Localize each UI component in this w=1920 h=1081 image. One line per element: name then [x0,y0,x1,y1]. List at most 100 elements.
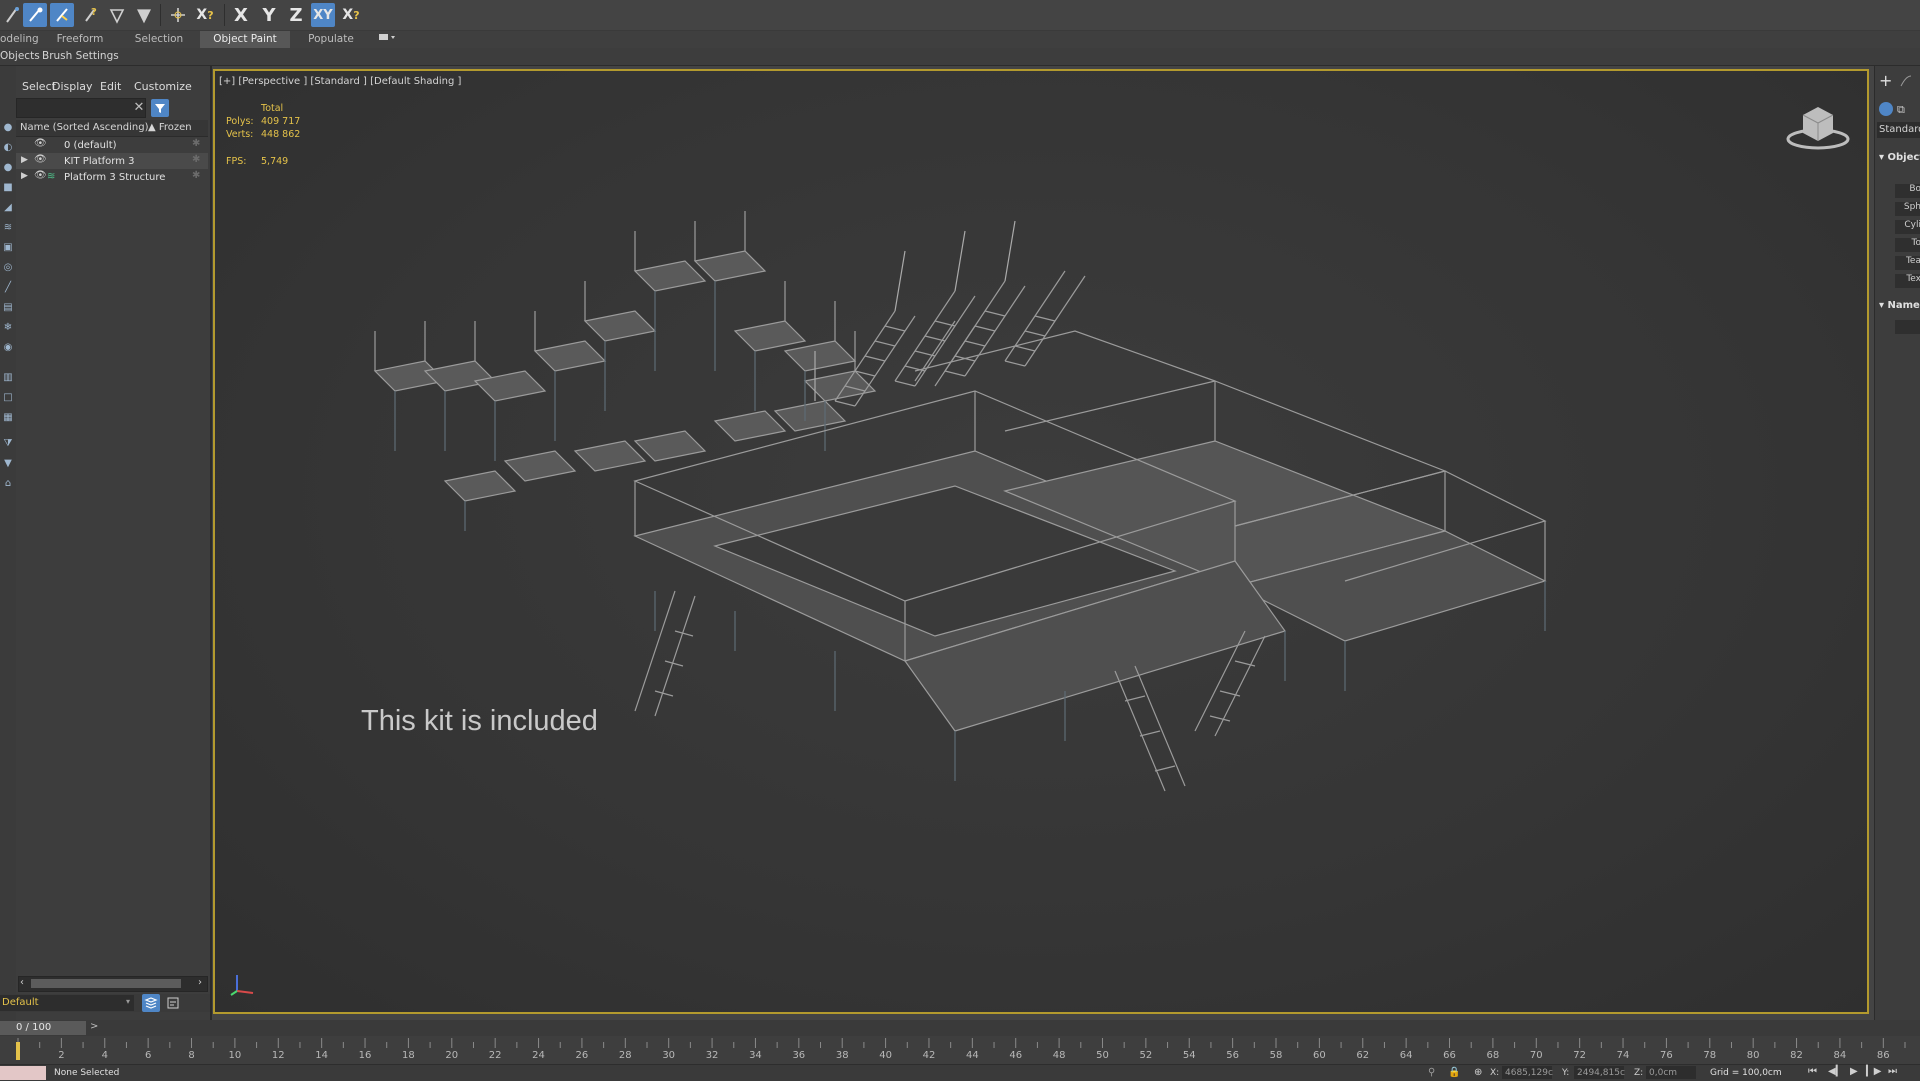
light-filter-icon[interactable]: ● [2,162,14,174]
scroll-left-icon[interactable]: ‹ [20,977,24,988]
restrict-xy-icon[interactable]: X? [339,3,363,27]
expand-arrow-icon[interactable]: ▶ [21,155,28,165]
xref-filter-icon[interactable]: ◎ [2,262,14,274]
menu-edit[interactable]: Edit [100,80,121,93]
torus-button[interactable]: To [1895,238,1920,252]
select-filter-icon[interactable]: ? [78,3,102,27]
viewcube-icon[interactable] [1783,95,1853,155]
hidden-filter-icon[interactable]: ◉ [2,342,14,354]
previous-frame-icon[interactable]: ◀▎ [1828,1066,1843,1077]
play-icon[interactable]: ▶ [1850,1066,1858,1077]
next-frame-icon[interactable]: > [90,1021,98,1032]
display-none-icon[interactable]: □ [2,392,14,404]
y-coord-field[interactable]: 2494,815c [1574,1066,1625,1079]
teapot-button[interactable]: Tea [1895,256,1920,270]
visibility-eye-icon[interactable]: 👁 [34,170,47,181]
menu-display[interactable]: Display [52,80,93,93]
search-input[interactable] [16,98,146,118]
tab-modeling[interactable]: odeling [0,31,42,48]
frozen-filter-icon[interactable]: ❄ [2,322,14,334]
layer-explorer-icon[interactable]: ⌂ [2,478,14,490]
next-frame-button-icon[interactable]: ▎▶ [1866,1066,1881,1077]
textplus-button[interactable]: Tex [1895,274,1920,288]
column-name-header[interactable]: Name (Sorted Ascending) [20,122,149,133]
shapes-category-icon[interactable]: ⧉ [1897,103,1911,117]
visibility-eye-icon[interactable]: 👁 [34,138,47,149]
column-frozen-header[interactable]: ▲ Frozen [148,122,192,133]
modify-tab-icon[interactable] [1899,74,1913,88]
explorer-row-kit-platform[interactable]: ▶ 👁 KIT Platform 3 ✱ [16,153,208,169]
ribbon-options-icon[interactable] [372,31,402,48]
menu-customize[interactable]: Customize [134,80,192,93]
filter-toggle-icon[interactable] [151,99,169,117]
clear-search-icon[interactable]: ✕ [132,101,146,115]
display-all-icon[interactable]: ▥ [2,372,14,384]
go-to-end-icon[interactable]: ⏭ [1888,1066,1897,1077]
find-icon[interactable]: ⧩ [2,438,14,450]
box-button[interactable]: Bo [1895,184,1920,198]
restrict-x-icon[interactable]: X? [193,3,217,27]
axis-tripod-icon [227,971,257,997]
x-coord-field[interactable]: 4685,129c [1502,1066,1553,1079]
geometry-category-icon[interactable] [1879,102,1893,116]
frozen-snowflake-icon[interactable]: ✱ [192,154,200,165]
shape-filter-icon[interactable]: ◐ [2,142,14,154]
selection-lock-icon[interactable]: 🔒 [1448,1067,1460,1078]
frozen-snowflake-icon[interactable]: ✱ [192,138,200,149]
perspective-viewport[interactable]: [+] [Perspective ] [Standard ] [Default … [213,69,1869,1014]
layer-dropdown[interactable]: Default ▾ [0,995,134,1011]
current-frame-marker[interactable] [16,1042,20,1060]
explorer-row-platform-structure[interactable]: ▶ 👁 ≋ Platform 3 Structure ✱ [16,169,208,185]
explorer-horizontal-scrollbar[interactable]: ‹ › [18,976,208,992]
axis-x-button[interactable]: X [229,3,253,27]
z-coord-field[interactable]: 0,0cm [1646,1066,1696,1079]
scrollbar-thumb[interactable] [31,979,181,988]
tab-selection[interactable]: Selection [128,31,190,48]
timeline-track[interactable]: 2 4 6 8 10 12 14 16 18 20 22 24 26 28 30 32 34 36 38 40 42 44… [0,1036,1920,1064]
go-to-start-icon[interactable]: ⏮ [1808,1066,1817,1077]
camera-filter-icon[interactable]: ■ [2,182,14,194]
unlink-icon[interactable] [23,3,47,27]
tab-object-paint[interactable]: Object Paint [200,31,290,48]
expand-arrow-icon[interactable]: ▶ [21,171,28,181]
name-color-section[interactable]: ▾ Name [1879,300,1920,311]
paint-select-icon[interactable] [132,3,156,27]
invert-display-icon[interactable]: ▦ [2,412,14,424]
helper-filter-icon[interactable]: ◢ [2,202,14,214]
bind-space-warp-icon[interactable] [50,3,74,27]
frozen-snowflake-icon[interactable]: ✱ [192,170,200,181]
visibility-eye-icon[interactable]: 👁 [34,154,47,165]
object-type-section[interactable]: ▾ Object [1879,152,1920,163]
axis-xy-button[interactable]: XY [311,3,335,27]
lasso-select-icon[interactable] [105,3,129,27]
tab-populate[interactable]: Populate [300,31,362,48]
absolute-mode-icon[interactable]: ⊕ [1474,1067,1482,1078]
link-icon[interactable] [0,3,24,27]
axis-z-button[interactable]: Z [284,3,308,27]
bone-filter-icon[interactable]: ╱ [2,282,14,294]
isolate-selection-icon[interactable]: ⚲ [1428,1067,1435,1078]
scroll-right-icon[interactable]: › [198,977,202,988]
layer-options-icon[interactable] [164,994,182,1012]
maxscript-listener[interactable] [0,1066,46,1080]
spacewarp-filter-icon[interactable]: ≋ [2,222,14,234]
group-filter-icon[interactable]: ▣ [2,242,14,254]
geometry-filter-icon[interactable]: ● [2,122,14,134]
time-slider[interactable]: 0 / 100 [0,1021,86,1035]
explorer-row-default[interactable]: 👁 0 (default) ✱ [16,137,208,153]
subtab-brush-settings[interactable]: Brush Settings [42,48,119,65]
container-filter-icon[interactable]: ▤ [2,302,14,314]
create-tab-icon[interactable]: + [1879,73,1893,89]
filter-icon[interactable]: ▼ [2,458,14,470]
subtab-objects[interactable]: Objects [0,48,40,65]
axis-y-button[interactable]: Y [257,3,281,27]
timeline-ticks [17,1038,1906,1048]
sphere-button[interactable]: Sph [1895,202,1920,216]
cylinder-button[interactable]: Cyli [1895,220,1920,234]
object-type-dropdown[interactable]: Standard [1877,122,1920,138]
layer-explorer-button[interactable] [142,994,160,1012]
object-name-field[interactable] [1895,320,1920,334]
tab-freeform[interactable]: Freeform [48,31,112,48]
transform-gizmo-icon[interactable] [166,3,190,27]
menu-select[interactable]: Select [22,80,56,93]
